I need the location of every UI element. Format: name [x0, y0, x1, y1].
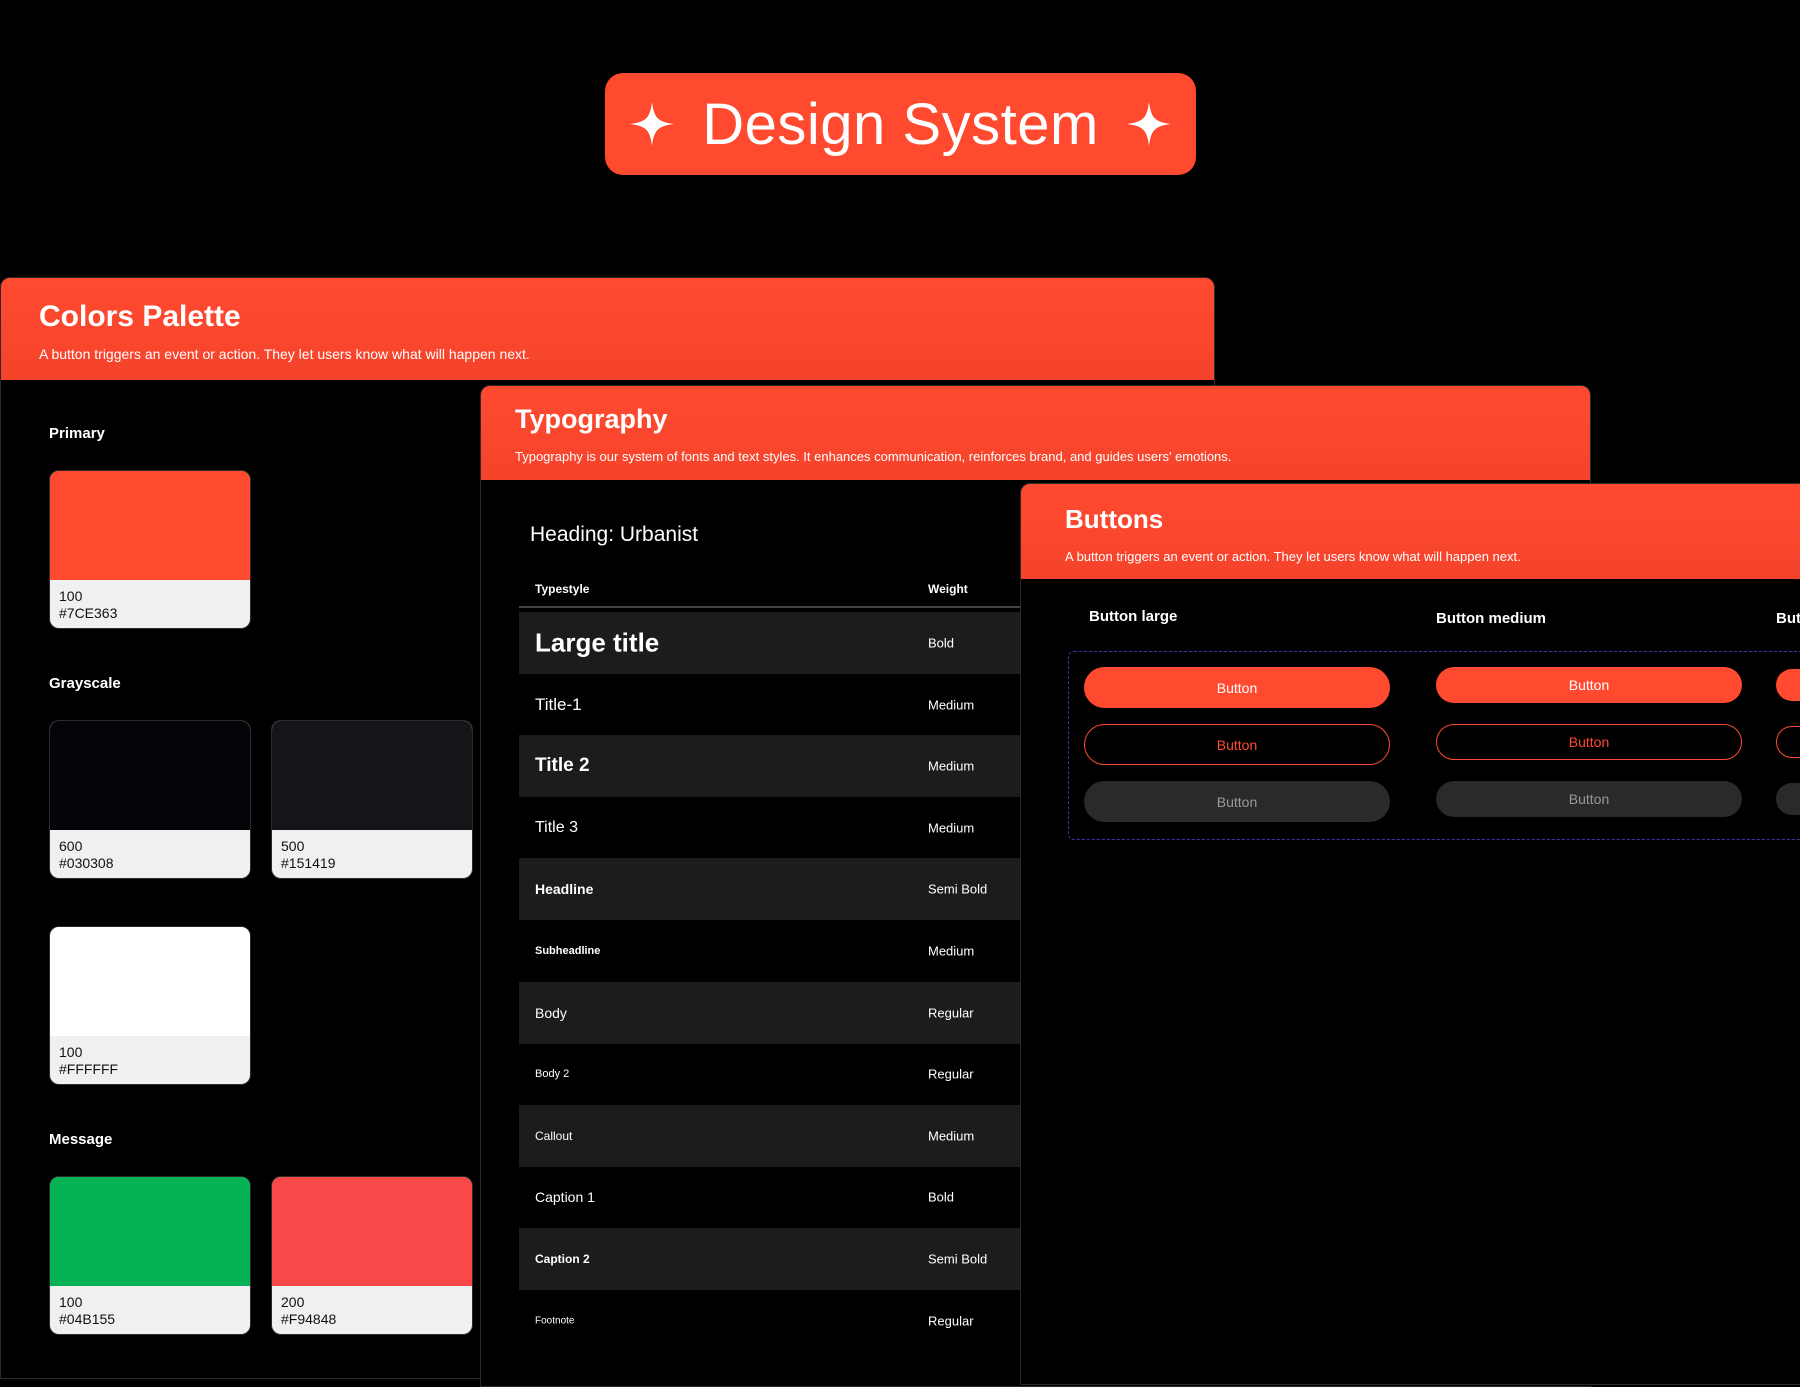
typestyle-weight: Semi Bold: [928, 1251, 988, 1267]
swatch-fill: [50, 1177, 250, 1286]
swatch-code: #7CE363: [59, 605, 118, 621]
sparkle-icon: [1126, 102, 1171, 146]
button-medium-outline[interactable]: Button: [1436, 724, 1742, 760]
typestyle-weight: Bold: [928, 635, 955, 651]
buttons-panel-description: A button triggers an event or action. Th…: [1065, 549, 1521, 564]
design-system-title-badge: Design System: [605, 73, 1196, 175]
typestyle-column-header: Typestyle: [535, 582, 590, 596]
swatch-level: 500: [281, 838, 305, 854]
swatch-fill: [50, 927, 250, 1036]
typestyle-weight: Semi Bold: [928, 881, 988, 897]
typestyle-weight: Medium: [928, 697, 975, 713]
typestyle-weight: Regular: [928, 1313, 974, 1329]
typestyle-weight: Regular: [928, 1005, 974, 1021]
typestyle-name: Caption 2: [535, 1252, 590, 1266]
swatch-level: 600: [59, 838, 83, 854]
button-large-disabled[interactable]: Button: [1084, 781, 1390, 822]
typestyle-name: Footnote: [535, 1315, 575, 1327]
buttons-panel-header: Buttons A button triggers an event or ac…: [1021, 484, 1800, 579]
swatch-info: 100 #FFFFFF: [50, 1036, 250, 1078]
button-large-label: Button large: [1089, 608, 1178, 625]
swatch-level: 100: [59, 1044, 83, 1060]
swatch-code: #F94848: [281, 1311, 337, 1327]
button-medium-label: Button medium: [1436, 610, 1546, 627]
typestyle-name: Title 2: [535, 755, 590, 777]
swatch-code: #04B155: [59, 1311, 116, 1327]
swatch-fill: [272, 1177, 472, 1286]
button-large-outline[interactable]: Button: [1084, 724, 1390, 765]
color-swatch[interactable]: 600 #030308: [50, 721, 250, 878]
button-small-label: But: [1776, 610, 1800, 627]
typestyle-weight: Regular: [928, 1066, 974, 1082]
button-small-outline[interactable]: [1776, 726, 1800, 758]
typestyle-name: Title 3: [535, 818, 578, 836]
swatch-info: 100 #04B155: [50, 1286, 250, 1328]
swatch-info: 600 #030308: [50, 830, 250, 872]
typestyle-weight: Medium: [928, 820, 975, 836]
sparkle-icon: [630, 102, 675, 146]
typestyle-name: Title-1: [535, 694, 582, 714]
typestyle-weight: Bold: [928, 1189, 955, 1205]
color-swatch[interactable]: 100 #04B155: [50, 1177, 250, 1334]
typestyle-name: Subheadline: [535, 945, 601, 957]
typestyle-name: Body: [535, 1004, 567, 1021]
swatch-level: 100: [59, 588, 83, 604]
typestyle-name: Callout: [535, 1128, 573, 1143]
swatch-info: 100 #7CE363: [50, 580, 250, 622]
colors-panel-title: Colors Palette: [39, 300, 241, 333]
buttons-panel: Buttons A button triggers an event or ac…: [1020, 483, 1800, 1385]
swatch-fill: [272, 721, 472, 830]
typestyle-name: Large title: [535, 627, 660, 658]
color-swatch[interactable]: 200 #F94848: [272, 1177, 472, 1334]
typestyle-name: Caption 1: [535, 1189, 595, 1206]
typestyle-name: Headline: [535, 881, 594, 898]
primary-section-label: Primary: [49, 425, 105, 442]
swatch-level: 100: [59, 1294, 83, 1310]
typography-panel-description: Typography is our system of fonts and te…: [515, 449, 1232, 464]
font-heading-label: Heading: Urbanist: [530, 523, 699, 546]
color-swatch[interactable]: 500 #151419: [272, 721, 472, 878]
button-small-disabled[interactable]: [1776, 783, 1800, 815]
button-large-primary[interactable]: Button: [1084, 667, 1390, 708]
swatch-info: 500 #151419: [272, 830, 472, 872]
grayscale-section-label: Grayscale: [49, 675, 121, 692]
swatch-code: #030308: [59, 855, 114, 871]
button-medium-disabled[interactable]: Button: [1436, 781, 1742, 817]
swatch-info: 200 #F94848: [272, 1286, 472, 1328]
typography-panel-title: Typography: [515, 404, 668, 434]
colors-panel-description: A button triggers an event or action. Th…: [39, 346, 530, 362]
typestyle-name: Body 2: [535, 1068, 570, 1081]
typestyle-weight: Medium: [928, 1128, 975, 1144]
swatch-fill: [50, 471, 250, 580]
color-swatch[interactable]: 100 #7CE363: [50, 471, 250, 628]
typestyle-weight: Medium: [928, 943, 975, 959]
swatch-code: #FFFFFF: [59, 1061, 119, 1077]
typography-panel-header: Typography Typography is our system of f…: [481, 386, 1590, 480]
button-small-primary[interactable]: [1776, 669, 1800, 701]
colors-panel-header: Colors Palette A button triggers an even…: [1, 278, 1214, 380]
buttons-panel-title: Buttons: [1065, 504, 1164, 534]
message-section-label: Message: [49, 1131, 113, 1148]
swatch-level: 200: [281, 1294, 305, 1310]
weight-column-header: Weight: [928, 582, 968, 596]
swatch-fill: [50, 721, 250, 830]
typestyle-weight: Medium: [928, 758, 975, 774]
color-swatch[interactable]: 100 #FFFFFF: [50, 927, 250, 1084]
swatch-code: #151419: [281, 855, 336, 871]
page-title: Design System: [702, 91, 1099, 157]
button-medium-primary[interactable]: Button: [1436, 667, 1742, 703]
